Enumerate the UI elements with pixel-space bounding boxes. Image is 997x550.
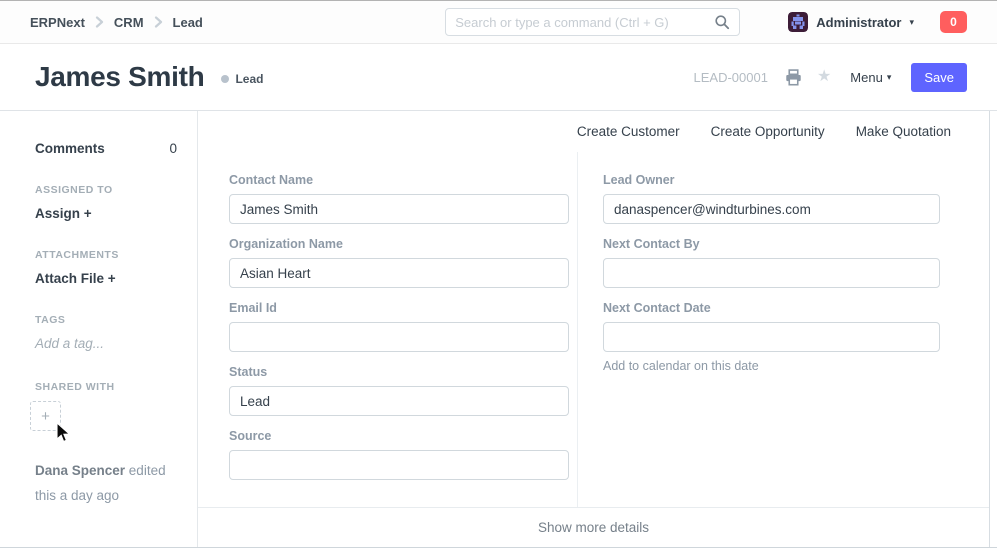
show-more-details-label: Show more details — [538, 520, 649, 535]
search-icon[interactable] — [714, 14, 730, 30]
next-contact-date-label: Next Contact Date — [603, 301, 940, 315]
navbar: ERPNext CRM Lead Administrator ▾ 0 — [0, 1, 997, 44]
content: Comments 0 ASSIGNED TO Assign + ATTACHME… — [0, 111, 997, 548]
breadcrumb-crm[interactable]: CRM — [114, 15, 144, 30]
form-action-links: Create Customer Create Opportunity Make … — [198, 111, 989, 152]
breadcrumb-lead[interactable]: Lead — [173, 15, 203, 30]
save-button[interactable]: Save — [911, 63, 967, 92]
breadcrumb: ERPNext CRM Lead — [30, 15, 203, 30]
chevron-down-icon: ▾ — [909, 18, 914, 27]
notifications-badge[interactable]: 0 — [940, 11, 967, 33]
activity-user: Dana Spencer — [35, 463, 125, 478]
page-title: James Smith — [35, 61, 204, 93]
status-field-label: Status — [229, 365, 569, 379]
lead-owner-input[interactable] — [603, 194, 940, 224]
user-menu[interactable]: Administrator ▾ — [788, 12, 914, 32]
email-id-label: Email Id — [229, 301, 569, 315]
make-quotation-button[interactable]: Make Quotation — [856, 124, 951, 139]
breadcrumb-erpnext[interactable]: ERPNext — [30, 15, 85, 30]
doc-id: LEAD-00001 — [694, 70, 768, 85]
attach-file-button[interactable]: Attach File + — [35, 271, 177, 286]
email-id-field: Email Id — [229, 301, 569, 352]
user-avatar — [788, 12, 808, 32]
contact-name-field: Contact Name — [229, 173, 569, 224]
next-contact-by-input[interactable] — [603, 258, 940, 288]
comments-label: Comments — [35, 141, 105, 156]
lead-owner-label: Lead Owner — [603, 173, 940, 187]
page-head-actions: LEAD-00001 ★ Menu ▾ Save — [694, 63, 968, 92]
form-column-left: Contact Name Organization Name Email Id … — [198, 152, 577, 507]
shared-with-heading: SHARED WITH — [35, 381, 177, 393]
status-field: Status — [229, 365, 569, 416]
next-contact-by-label: Next Contact By — [603, 237, 940, 251]
activity-note: Dana Spencer edited this a day ago — [35, 459, 177, 509]
next-contact-date-field: Next Contact Date Add to calendar on thi… — [603, 301, 940, 373]
show-more-details[interactable]: Show more details — [198, 507, 989, 547]
print-icon[interactable] — [785, 69, 802, 86]
next-contact-date-help: Add to calendar on this date — [603, 359, 940, 373]
assign-button[interactable]: Assign + — [35, 206, 177, 221]
lead-owner-field: Lead Owner — [603, 173, 940, 224]
sidebar: Comments 0 ASSIGNED TO Assign + ATTACHME… — [0, 111, 198, 547]
status-dot-icon — [221, 75, 229, 83]
assigned-to-heading: ASSIGNED TO — [35, 184, 177, 196]
create-customer-button[interactable]: Create Customer — [577, 124, 680, 139]
status-select[interactable] — [229, 386, 569, 416]
search-input[interactable] — [455, 15, 714, 30]
lead-form: Create Customer Create Opportunity Make … — [198, 111, 990, 547]
favorite-star-icon[interactable]: ★ — [817, 69, 831, 85]
form-columns: Contact Name Organization Name Email Id … — [198, 152, 989, 507]
tags-heading: TAGS — [35, 314, 177, 326]
attachments-heading: ATTACHMENTS — [35, 249, 177, 261]
global-search[interactable] — [445, 8, 740, 36]
erpnext-lead-page: ERPNext CRM Lead Administrator ▾ 0 — [0, 0, 997, 550]
share-add-button[interactable]: + — [30, 401, 61, 431]
email-id-input[interactable] — [229, 322, 569, 352]
menu-label: Menu — [850, 70, 883, 85]
create-opportunity-button[interactable]: Create Opportunity — [711, 124, 825, 139]
contact-name-input[interactable] — [229, 194, 569, 224]
chevron-right-icon — [154, 16, 163, 28]
user-name: Administrator — [816, 15, 901, 30]
page-head: James Smith Lead LEAD-00001 ★ Menu ▾ Sav… — [0, 44, 997, 111]
status-label: Lead — [235, 72, 263, 86]
source-field: Source — [229, 429, 569, 480]
organization-name-input[interactable] — [229, 258, 569, 288]
comments-count: 0 — [169, 141, 177, 156]
menu-dropdown[interactable]: Menu ▾ — [850, 70, 891, 85]
chevron-down-icon: ▾ — [887, 73, 892, 82]
chevron-right-icon — [95, 16, 104, 28]
sidebar-item-comments[interactable]: Comments 0 — [35, 141, 177, 156]
status-indicator: Lead — [221, 72, 263, 86]
contact-name-label: Contact Name — [229, 173, 569, 187]
organization-name-field: Organization Name — [229, 237, 569, 288]
source-label: Source — [229, 429, 569, 443]
organization-name-label: Organization Name — [229, 237, 569, 251]
form-column-right: Lead Owner Next Contact By Next Contact … — [577, 152, 989, 507]
next-contact-by-field: Next Contact By — [603, 237, 940, 288]
add-tag-input[interactable]: Add a tag... — [35, 336, 177, 351]
next-contact-date-input[interactable] — [603, 322, 940, 352]
source-input[interactable] — [229, 450, 569, 480]
